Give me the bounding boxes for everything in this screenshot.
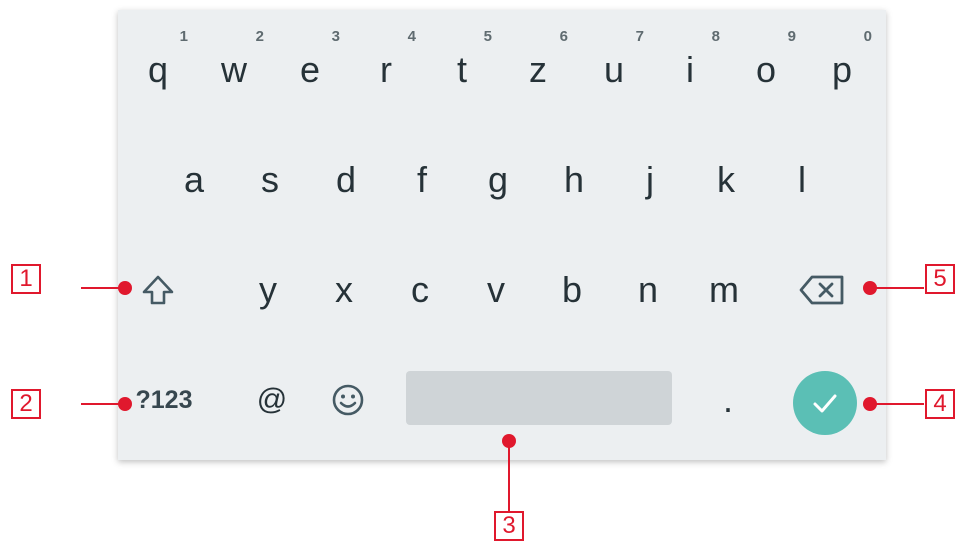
symbols-key[interactable]: ?123	[124, 364, 204, 436]
key-c[interactable]: c	[384, 250, 456, 330]
key-n[interactable]: n	[612, 250, 684, 330]
callout-label-1: 1	[11, 264, 41, 294]
callout-label-4: 4	[925, 389, 955, 419]
callout-number: 5	[933, 265, 947, 292]
key-h[interactable]: h	[538, 140, 610, 220]
key-label: q	[147, 49, 169, 90]
key-label: d	[335, 159, 357, 200]
callout-number: 3	[502, 512, 516, 539]
callout-dot	[118, 397, 132, 411]
key-label: v	[487, 269, 505, 310]
key-label: n	[637, 269, 659, 310]
key-label: z	[529, 49, 547, 90]
key-d[interactable]: d	[310, 140, 382, 220]
key-o[interactable]: o9	[730, 28, 802, 110]
key-w[interactable]: w2	[198, 28, 270, 110]
callout-line	[508, 441, 510, 515]
key-v[interactable]: v	[460, 250, 532, 330]
key-hint: 7	[635, 28, 644, 45]
shift-icon	[142, 275, 174, 305]
key-hint: 3	[331, 28, 340, 45]
key-label: p	[831, 49, 853, 90]
key-label: t	[456, 49, 467, 90]
key-label: .	[722, 379, 733, 420]
key-hint: 4	[407, 28, 416, 45]
key-b[interactable]: b	[536, 250, 608, 330]
key-z[interactable]: z6	[502, 28, 574, 110]
key-label: h	[563, 159, 585, 200]
key-hint: 2	[255, 28, 264, 45]
key-label: x	[335, 269, 353, 310]
key-r[interactable]: r4	[350, 28, 422, 110]
key-j[interactable]: j	[614, 140, 686, 220]
key-label: y	[259, 269, 277, 310]
key-label: k	[717, 159, 735, 200]
key-label: r	[380, 49, 392, 90]
key-p[interactable]: p0	[806, 28, 878, 110]
key-l[interactable]: l	[766, 140, 838, 220]
key-hint: 1	[179, 28, 188, 45]
key-label: f	[416, 159, 427, 200]
callout-label-3: 3	[494, 511, 524, 541]
key-hint: 8	[711, 28, 720, 45]
emoji-key[interactable]	[318, 364, 378, 436]
key-hint: 9	[787, 28, 796, 45]
key-y[interactable]: y	[232, 250, 304, 330]
callout-line	[81, 403, 121, 405]
key-g[interactable]: g	[462, 140, 534, 220]
key-hint: 5	[483, 28, 492, 45]
symbols-label: ?123	[135, 385, 193, 414]
key-label: j	[646, 159, 654, 200]
period-key[interactable]: .	[698, 364, 758, 436]
key-q[interactable]: q1	[122, 28, 194, 110]
backspace-icon	[799, 275, 844, 305]
key-label: w	[221, 49, 247, 90]
key-m[interactable]: m	[688, 250, 760, 330]
key-u[interactable]: u7	[578, 28, 650, 110]
key-a[interactable]: a	[158, 140, 230, 220]
callout-dot	[118, 281, 132, 295]
check-icon	[813, 394, 837, 413]
shift-key[interactable]	[122, 250, 194, 330]
key-label: b	[561, 269, 583, 310]
enter-button[interactable]	[793, 371, 857, 435]
key-at[interactable]: @	[242, 364, 302, 436]
callout-number: 1	[19, 265, 33, 292]
callout-line	[81, 287, 121, 289]
spacebar[interactable]	[406, 371, 672, 425]
key-label: u	[603, 49, 625, 90]
key-label: s	[261, 159, 279, 200]
key-hint: 0	[863, 28, 872, 45]
key-label: @	[256, 383, 288, 416]
key-label: m	[709, 269, 739, 310]
key-label: c	[411, 269, 429, 310]
key-label: e	[299, 49, 321, 90]
key-label: a	[183, 159, 205, 200]
callout-line	[870, 403, 924, 405]
callout-label-5: 5	[925, 264, 955, 294]
callout-label-2: 2	[11, 389, 41, 419]
key-label: l	[798, 159, 806, 200]
key-label: i	[686, 49, 694, 90]
callout-number: 2	[19, 390, 33, 417]
callout-number: 4	[933, 390, 947, 417]
key-e[interactable]: e3	[274, 28, 346, 110]
key-f[interactable]: f	[386, 140, 458, 220]
key-k[interactable]: k	[690, 140, 762, 220]
key-x[interactable]: x	[308, 250, 380, 330]
keyboard: q1 w2 e3 r4 t5 z6 u7 i8 o9 p0 a s d f g …	[118, 10, 886, 460]
callout-line	[870, 287, 924, 289]
key-hint: 6	[559, 28, 568, 45]
key-label: g	[487, 159, 509, 200]
key-t[interactable]: t5	[426, 28, 498, 110]
key-s[interactable]: s	[234, 140, 306, 220]
key-i[interactable]: i8	[654, 28, 726, 110]
key-label: o	[755, 49, 777, 90]
emoji-icon	[332, 384, 364, 416]
backspace-key[interactable]	[786, 250, 858, 330]
